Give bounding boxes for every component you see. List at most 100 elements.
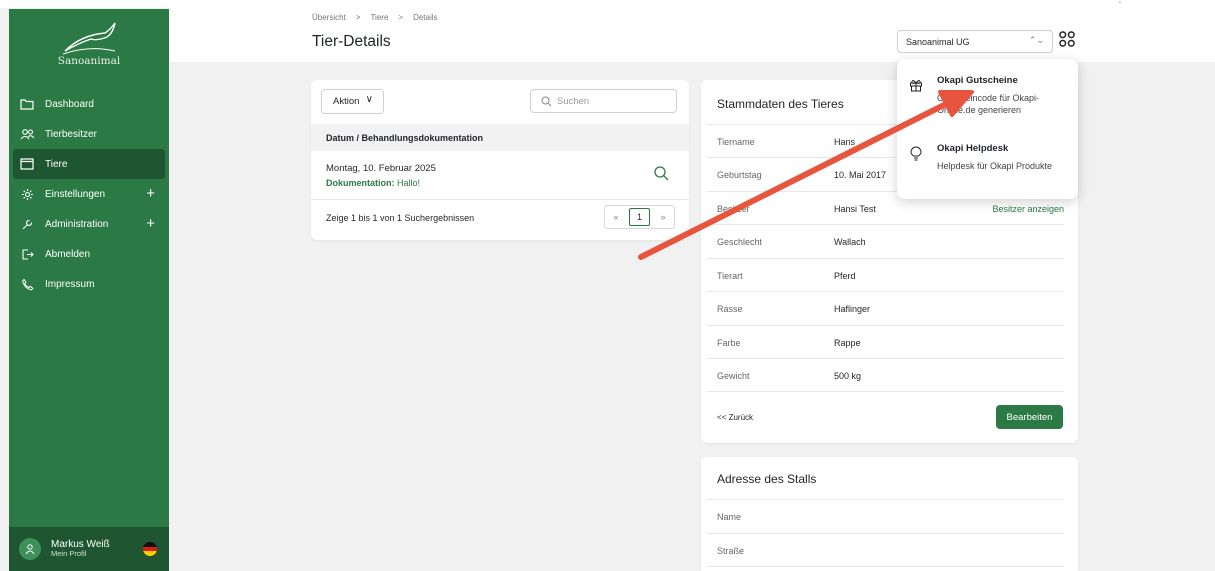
sidebar-item-einstellungen[interactable]: Einstellungen +: [13, 179, 165, 209]
page-header: Übersicht > Tiere > Details Tier-Details…: [169, 8, 1215, 62]
users-icon: [19, 126, 35, 142]
field-key: Geburtstag: [717, 170, 762, 180]
avatar-icon: [19, 538, 41, 560]
logout-icon: [19, 246, 35, 262]
column-header: Datum / Behandlungsdokumentation: [311, 124, 689, 151]
sidebar-item-impressum[interactable]: Impressum: [13, 269, 165, 299]
wrench-icon: [19, 216, 35, 232]
field-row: Rasse Haflinger: [707, 291, 1064, 324]
menu-item-subtitle: Helpdesk für Okapi Produkte: [937, 161, 1053, 171]
field-row: Name: [707, 499, 1064, 532]
company-select[interactable]: Sanoanimal UG ⌃⌄: [897, 30, 1053, 53]
field-value: 500 kg: [834, 371, 862, 381]
sidebar-item-label: Abmelden: [45, 248, 91, 260]
field-value: Wallach: [834, 237, 866, 247]
field-row: Farbe Rappe: [707, 325, 1064, 358]
sidebar-item-tierbesitzer[interactable]: Tierbesitzer: [13, 119, 165, 149]
sidebar: Sanoanimal Dashboard Tierbesitzer Tiere …: [9, 9, 169, 571]
field-key: Besitzer: [717, 204, 750, 214]
sidebar-item-label: Einstellungen: [45, 188, 106, 200]
field-key: Straße: [717, 546, 745, 556]
menu-item-title: Okapi Helpdesk: [937, 143, 1009, 154]
pager-prev[interactable]: «: [605, 206, 627, 228]
expand-plus-icon[interactable]: +: [146, 215, 155, 232]
field-key: Rasse: [717, 304, 743, 314]
chevron-right-icon: >: [398, 13, 404, 22]
apps-grid-icon[interactable]: [1059, 31, 1075, 47]
back-link[interactable]: << Zurück: [717, 413, 753, 422]
results-summary: Zeige 1 bis 1 von 1 Suchergebnissen: [326, 213, 475, 223]
sidebar-item-tiere[interactable]: Tiere: [13, 149, 165, 179]
show-owner-link[interactable]: Besitzer anzeigen: [992, 204, 1064, 214]
sidebar-item-dashboard[interactable]: Dashboard: [13, 89, 165, 119]
field-value: Pferd: [834, 271, 856, 281]
chevron-down-icon: ∨: [365, 94, 373, 105]
apps-dropdown: Okapi Gutscheine Gutscheincode für Okapi…: [897, 59, 1078, 199]
sanoanimal-logo-icon: [62, 22, 116, 55]
profile-text: Markus Weiß Mein Profil: [51, 539, 110, 559]
lightbulb-icon: [910, 146, 922, 161]
search-input[interactable]: [557, 95, 667, 107]
sidebar-item-label: Tiere: [45, 158, 68, 170]
divider: [707, 391, 1064, 392]
profile-button[interactable]: Markus Weiß Mein Profil: [9, 527, 169, 571]
field-key: Name: [717, 512, 742, 522]
row-date: Montag, 10. Februar 2025: [326, 163, 436, 174]
settings-icon: [19, 186, 35, 202]
profile-subtitle: Mein Profil: [51, 549, 87, 559]
folder-icon: [19, 96, 35, 112]
phone-icon: [19, 276, 35, 292]
stammdaten-title: Stammdaten des Tieres: [717, 97, 844, 111]
top-strip: [0, 0, 1215, 8]
breadcrumb: Übersicht > Tiere > Details: [312, 13, 438, 22]
field-key: Gewicht: [717, 371, 750, 381]
search-box[interactable]: [530, 89, 677, 113]
chevron-updown-icon: ⌃⌄: [1028, 35, 1044, 45]
folder-icon: [19, 156, 35, 172]
sidebar-item-label: Impressum: [45, 278, 95, 290]
breadcrumb-item[interactable]: Tiere: [370, 13, 388, 22]
pagination: « 1 »: [604, 205, 675, 229]
field-key: Geschlecht: [717, 237, 763, 247]
table-row[interactable]: Montag, 10. Februar 2025 Dokumentation: …: [311, 151, 689, 200]
sidebar-item-abmelden[interactable]: Abmelden: [13, 239, 165, 269]
field-row: Geschlecht Wallach: [707, 224, 1064, 257]
breadcrumb-item: Details: [413, 13, 438, 22]
menu-item-subtitle: Gutscheincode für Okapi-Online.de generi…: [937, 93, 1040, 116]
divider: [707, 566, 1064, 567]
gift-icon: [910, 80, 922, 92]
field-key: Tierart: [717, 271, 743, 281]
field-value: Hans: [834, 137, 856, 147]
field-value: Hansi Test: [834, 204, 876, 214]
sidebar-item-label: Tierbesitzer: [45, 128, 97, 140]
chevron-right-icon: >: [355, 13, 361, 22]
sidebar-nav: Dashboard Tierbesitzer Tiere Einstellung…: [9, 89, 169, 299]
menu-item-okapi-helpdesk[interactable]: Okapi Helpdesk Helpdesk für Okapi Produk…: [897, 129, 1078, 189]
doc-label: Dokumentation:: [326, 178, 395, 188]
field-value: Haflinger: [834, 304, 871, 314]
field-row: Gewicht 500 kg: [707, 358, 1064, 391]
search-icon: [541, 96, 552, 106]
treatment-list-card: Aktion ∨ Datum / Behandlungsdokumentatio…: [311, 80, 689, 240]
company-select-value: Sanoanimal UG: [906, 36, 970, 47]
menu-item-okapi-gutscheine[interactable]: Okapi Gutscheine Gutscheincode für Okapi…: [897, 61, 1078, 121]
action-button-label: Aktion: [333, 96, 360, 107]
field-value: 10. Mai 2017: [834, 170, 887, 180]
pager-page[interactable]: 1: [629, 208, 650, 226]
breadcrumb-item[interactable]: Übersicht: [312, 13, 346, 22]
logo[interactable]: Sanoanimal: [9, 9, 169, 69]
sidebar-item-label: Administration: [45, 218, 109, 230]
sidebar-item-administration[interactable]: Administration +: [13, 209, 165, 239]
field-row: Tierart Pferd: [707, 258, 1064, 291]
magnifier-icon[interactable]: [654, 166, 669, 181]
expand-plus-icon[interactable]: +: [146, 185, 155, 202]
sidebar-item-label: Dashboard: [45, 98, 94, 110]
german-flag-icon[interactable]: [143, 542, 157, 556]
edit-button[interactable]: Bearbeiten: [996, 405, 1063, 429]
brand-name: Sanoanimal: [57, 55, 121, 67]
menu-item-title: Okapi Gutscheine: [937, 75, 1018, 86]
field-key: Tiername: [717, 137, 755, 147]
pager-next[interactable]: »: [652, 206, 674, 228]
action-button[interactable]: Aktion ∨: [321, 89, 384, 114]
row-documentation: Dokumentation: Hallo!: [326, 178, 420, 188]
